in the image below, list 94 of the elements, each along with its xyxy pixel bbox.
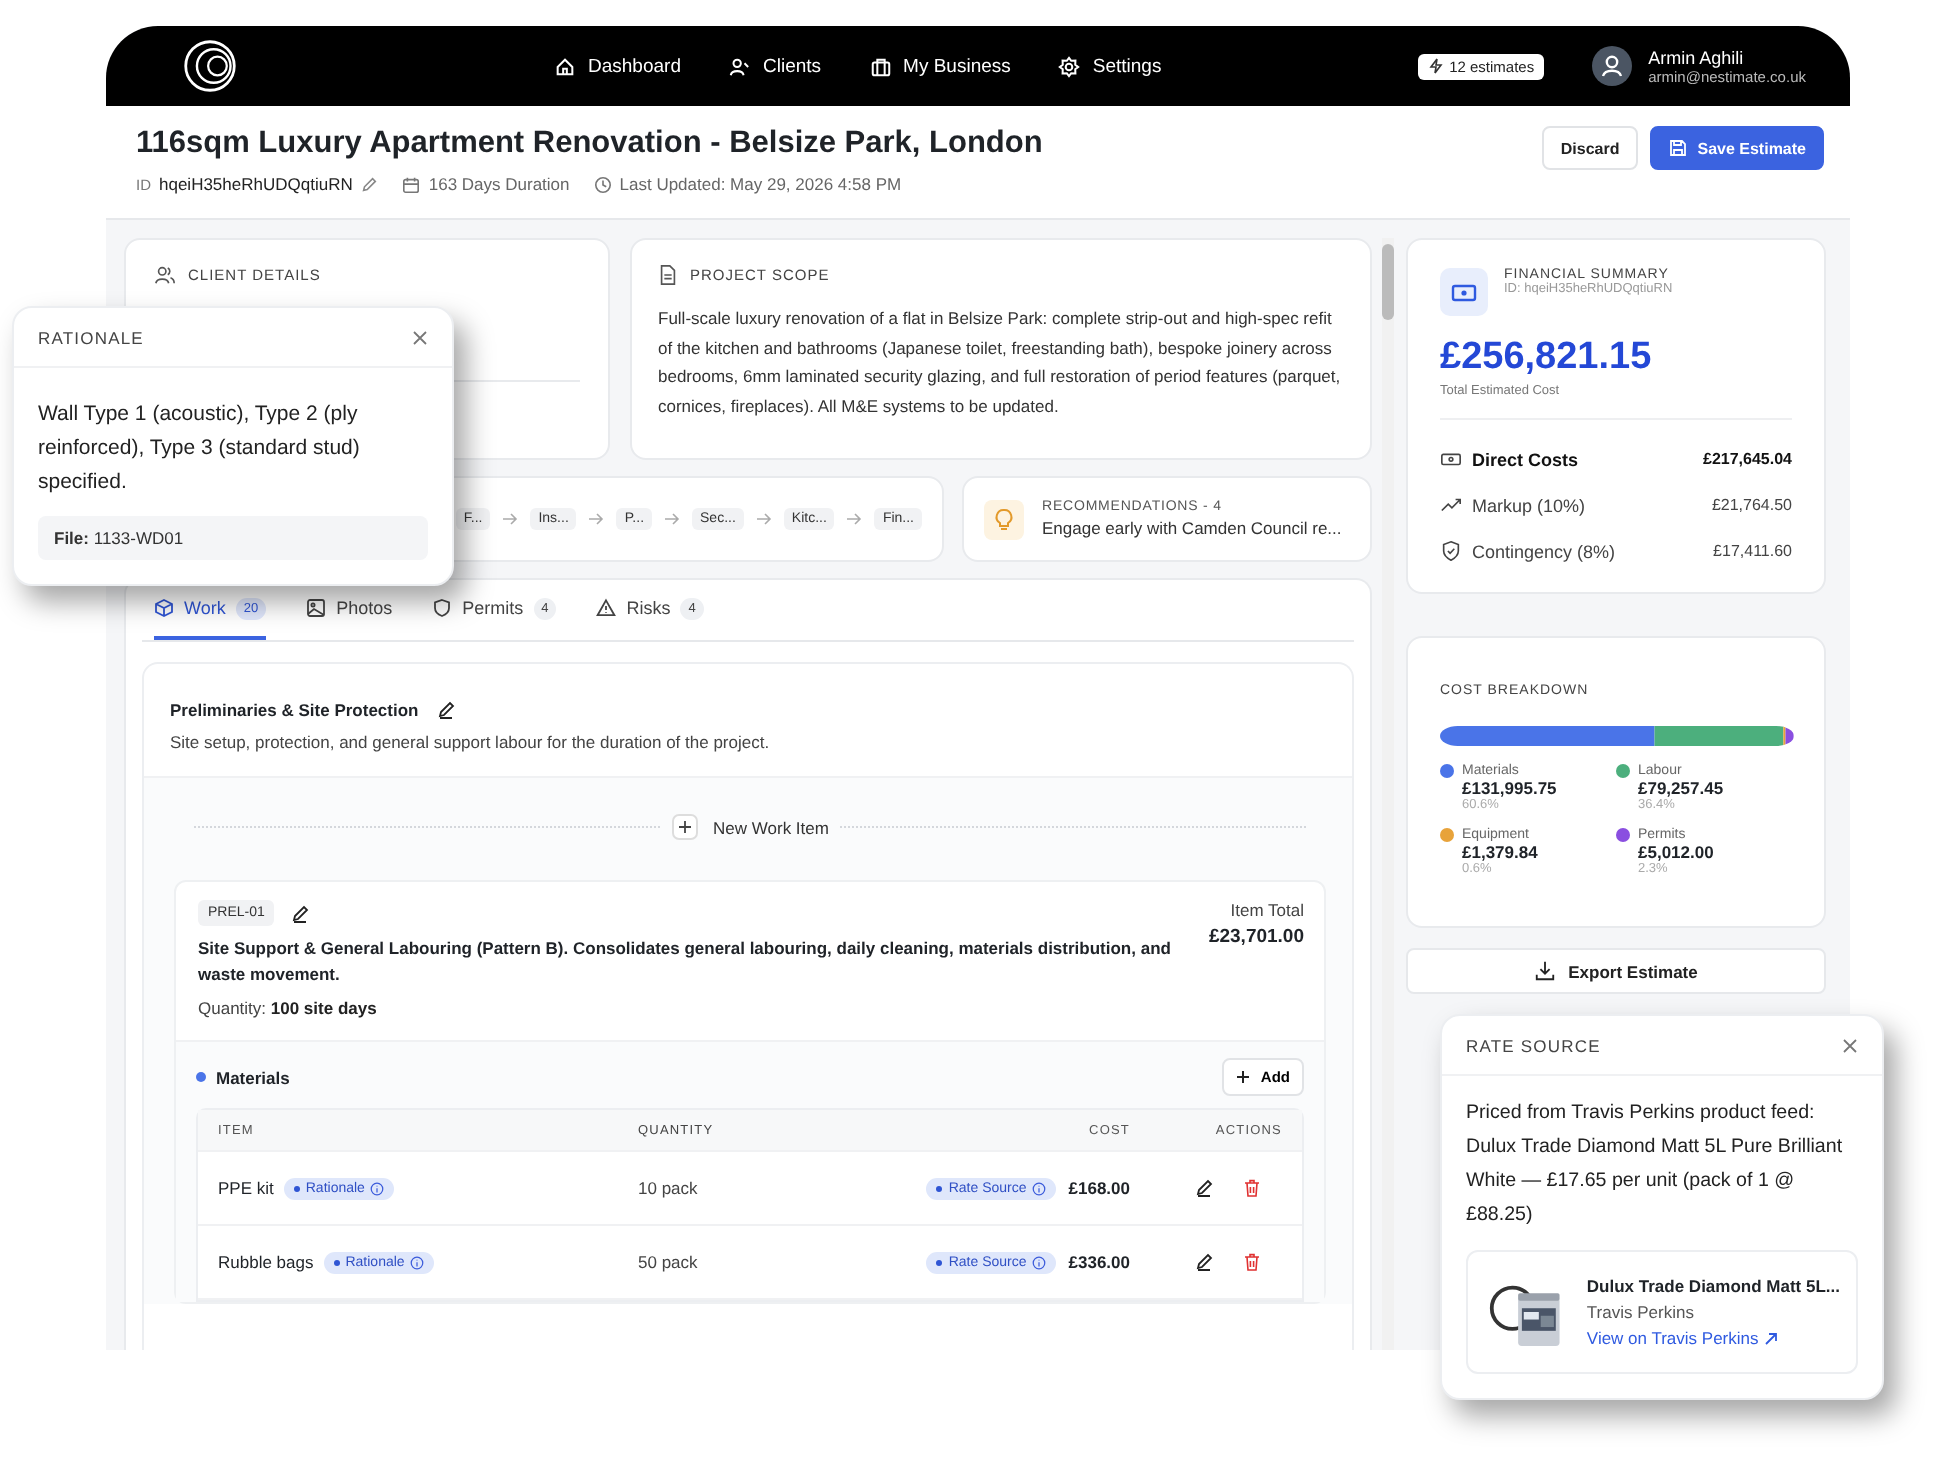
close-icon[interactable] xyxy=(1842,1038,1858,1054)
product-name: Dulux Trade Diamond Matt 5L... xyxy=(1586,1276,1840,1296)
scrollbar[interactable] xyxy=(1382,238,1394,1350)
gear-icon xyxy=(1058,55,1081,77)
cost-cell: £336.00 xyxy=(1068,1252,1130,1272)
cost-label: Markup (10%) xyxy=(1472,495,1588,515)
bullet-icon xyxy=(196,1072,206,1082)
total-cost: £256,821.15 xyxy=(1440,336,1654,380)
trash-icon[interactable] xyxy=(1242,1252,1262,1272)
arrow-icon xyxy=(755,512,772,526)
legend-dot xyxy=(1440,828,1454,842)
briefcase-icon xyxy=(869,55,892,77)
shield-icon xyxy=(432,598,453,618)
user-icon xyxy=(728,55,751,77)
logo-icon xyxy=(182,38,238,94)
project-id: hqeiH35heRhUDQqtiuRN xyxy=(159,174,353,194)
category-value: £1,379.84 xyxy=(1460,842,1540,862)
supplier-name: Travis Perkins xyxy=(1586,1302,1696,1322)
nav-link[interactable]: Clients xyxy=(728,55,822,77)
file-reference: File: 1133-WD01 xyxy=(38,516,428,560)
edit-icon[interactable] xyxy=(436,700,457,720)
info-icon xyxy=(410,1255,425,1269)
duration-text: 163 Days Duration xyxy=(428,174,570,194)
cost-value: £21,764.50 xyxy=(1711,496,1792,514)
supplier-link[interactable]: View on Travis Perkins xyxy=(1586,1328,1840,1348)
materials-title: Materials xyxy=(216,1067,292,1087)
cost-label: Contingency (8%) xyxy=(1472,541,1618,561)
info-icon xyxy=(370,1181,385,1195)
house-icon xyxy=(554,55,576,77)
clock-icon xyxy=(593,175,612,193)
last-updated-text: Last Updated: May 29, 2026 4:58 PM xyxy=(619,174,902,194)
legend-dot xyxy=(1440,764,1454,778)
category-value: £79,257.45 xyxy=(1636,778,1726,798)
cube-icon xyxy=(154,598,174,618)
document-icon xyxy=(658,264,678,286)
export-button[interactable]: Export Estimate xyxy=(1406,948,1826,994)
users-icon xyxy=(154,264,176,286)
edit-icon[interactable] xyxy=(1194,1178,1214,1198)
plus-icon xyxy=(1236,1070,1251,1084)
avatar-icon[interactable] xyxy=(1592,46,1633,86)
cost-value: £17,411.60 xyxy=(1713,542,1792,560)
new-work-item-button[interactable]: New Work Item xyxy=(671,814,829,840)
edit-icon[interactable] xyxy=(290,903,311,923)
category-value: £5,012.00 xyxy=(1636,842,1716,862)
item-total-value: £23,701.00 xyxy=(1208,926,1304,948)
section-title: Preliminaries & Site Protection xyxy=(170,700,419,720)
item-name: PPE kit xyxy=(218,1178,274,1198)
arrow-icon xyxy=(588,512,605,526)
arrow-icon xyxy=(664,512,681,526)
arrow-icon xyxy=(502,512,519,526)
work-item-title: Site Support & General Labouring (Pattern B). Consolidates general labouring, daily cleaning, materials distribution, and waste movement. xyxy=(198,936,1173,988)
image-icon xyxy=(306,598,327,618)
section-description: Site setup, protection, and general support labour for the duration of the project. xyxy=(170,732,772,752)
project-title: 116sqm Luxury Apartment Renovation - Belsize Park, London xyxy=(136,126,1043,162)
save-button[interactable]: Save Estimate xyxy=(1649,126,1824,170)
close-icon[interactable] xyxy=(412,330,428,346)
nav-link[interactable]: My Business xyxy=(869,55,1011,77)
legend-dot xyxy=(1616,828,1630,842)
rate-source-text: Priced from Travis Perkins product feed: Dulux Trade Diamond Matt 5L Pure Brilliant White — £17.65 per unit (pack of 1 @ £88.25) xyxy=(1466,1100,1845,1230)
plus-icon xyxy=(671,814,698,840)
rationale-text: Wall Type 1 (acoustic), Type 2 (ply reinforced), Type 3 (standard stud) specified. xyxy=(38,400,362,498)
quantity-text: Quantity: 100 site days xyxy=(198,998,377,1018)
edit-icon[interactable] xyxy=(1194,1252,1214,1272)
cost-cell: £168.00 xyxy=(1068,1178,1130,1198)
external-link-icon xyxy=(1764,1331,1779,1345)
info-icon xyxy=(1032,1255,1047,1269)
legend-dot xyxy=(1616,764,1630,778)
recommendation-text: Engage early with Camden Council re... xyxy=(1042,518,1342,538)
cost-value: £217,645.04 xyxy=(1703,450,1792,468)
banknote-icon xyxy=(1440,268,1488,316)
warning-icon xyxy=(596,598,617,618)
user-name: Armin Aghili xyxy=(1648,47,1746,67)
trash-icon[interactable] xyxy=(1242,1178,1262,1198)
nav-link[interactable]: Settings xyxy=(1058,55,1162,77)
popover-title: RATIONALE xyxy=(38,328,144,348)
item-name: Rubble bags xyxy=(218,1252,314,1272)
quantity-cell-text: 10 pack xyxy=(638,1178,700,1198)
info-icon xyxy=(1032,1181,1047,1195)
banknote-icon xyxy=(1440,448,1462,470)
cost-label: Direct Costs xyxy=(1472,449,1581,469)
item-total-label: Item Total xyxy=(1230,900,1304,920)
arrow-icon xyxy=(846,512,863,526)
popover-title: RATE SOURCE xyxy=(1466,1036,1601,1056)
scope-text: Full-scale luxury renovation of a flat in Belsize Park: complete strip-out and high-spec refit of the kitchen and bathrooms (Japanese toilet, freestanding bath), bespoke joinery across bedrooms, 6mm laminated security glazing, and full restoration of period features (parquet, cornices, fireplaces). All M&E systems to be updated. xyxy=(658,306,1343,420)
download-icon xyxy=(1534,960,1557,982)
nav-link[interactable]: Dashboard xyxy=(554,55,681,77)
shield-icon xyxy=(1440,540,1462,562)
category-value: £131,995.75 xyxy=(1460,778,1559,798)
quantity-cell-text: 50 pack xyxy=(638,1252,700,1272)
calendar-icon xyxy=(402,175,421,193)
trend-up-icon xyxy=(1440,494,1462,516)
lightbulb-icon xyxy=(984,499,1024,539)
tab[interactable]: Photos xyxy=(306,580,393,640)
discard-button[interactable]: Discard xyxy=(1542,126,1638,170)
